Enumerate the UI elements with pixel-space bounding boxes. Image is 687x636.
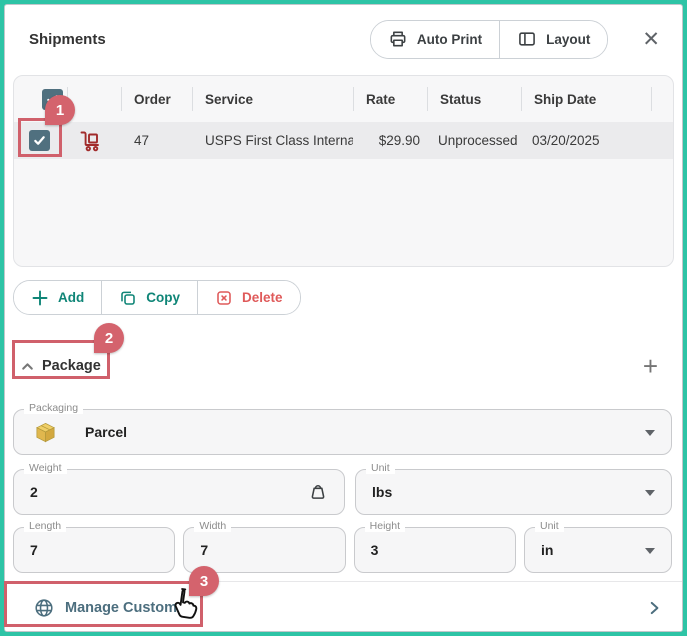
- delete-label: Delete: [242, 290, 283, 305]
- weight-unit-label: Unit: [366, 462, 395, 474]
- dimension-unit-value: in: [525, 542, 553, 558]
- cart-icon: [78, 129, 121, 153]
- globe-icon: [33, 597, 55, 619]
- width-value: 7: [184, 542, 208, 558]
- row-type-cell: [67, 129, 121, 153]
- manage-customs-row[interactable]: Manage Customs: [5, 581, 682, 632]
- row-actions-group: Add Copy: [13, 280, 301, 315]
- checkmark-icon: [33, 134, 46, 147]
- close-icon[interactable]: ✕: [636, 27, 666, 52]
- height-value: 3: [355, 542, 379, 558]
- table-header-row: Order Service Rate Status Ship Date: [14, 76, 673, 122]
- page-title: Shipments: [29, 31, 106, 48]
- packaging-value: Parcel: [57, 424, 127, 440]
- delete-x-icon: [215, 289, 233, 307]
- row-select-cell: [14, 130, 67, 151]
- height-label: Height: [365, 520, 405, 532]
- weight-unit-select[interactable]: Unit lbs: [355, 469, 672, 515]
- copy-button[interactable]: Copy: [101, 281, 197, 314]
- parcel-box-icon: [34, 421, 57, 444]
- row-status-value: Unprocessed: [427, 133, 521, 148]
- shipments-table: Order Service Rate Status Ship Date: [13, 75, 674, 267]
- width-input[interactable]: Width 7: [183, 527, 345, 573]
- row-order-value: 47: [121, 133, 192, 148]
- printer-icon: [388, 29, 408, 49]
- copy-icon: [119, 289, 137, 307]
- column-header-status: Status: [427, 76, 521, 122]
- table-row[interactable]: 47 USPS First Class Internat $29.90 Unpr…: [14, 122, 673, 159]
- icon-column-header: [67, 76, 121, 122]
- select-all-checkbox[interactable]: [42, 89, 63, 110]
- dimension-unit-label: Unit: [535, 520, 564, 532]
- auto-print-label: Auto Print: [417, 32, 482, 47]
- column-header-service: Service: [192, 76, 353, 122]
- weight-unit-value: lbs: [356, 484, 392, 500]
- header-button-group: Auto Print Layout: [370, 20, 609, 59]
- width-label: Width: [194, 520, 231, 532]
- layout-icon: [517, 29, 537, 49]
- dialog-header: Shipments Auto Print: [5, 5, 682, 73]
- package-section-title: Package: [42, 358, 101, 374]
- shipments-panel: Shipments Auto Print: [4, 4, 683, 632]
- length-value: 7: [14, 542, 38, 558]
- add-label: Add: [58, 290, 84, 305]
- copy-label: Copy: [146, 290, 180, 305]
- row-checkbox[interactable]: [29, 130, 50, 151]
- packaging-row: Packaging Parcel: [13, 409, 672, 455]
- packaging-label: Packaging: [24, 402, 83, 414]
- checkmark-icon: [46, 93, 59, 106]
- weight-value: 2: [14, 484, 38, 500]
- weight-scale-icon: [307, 481, 329, 503]
- dropdown-arrow-icon: [645, 548, 655, 554]
- collapse-chevron-icon[interactable]: [20, 359, 35, 374]
- delete-button[interactable]: Delete: [197, 281, 300, 314]
- add-button[interactable]: Add: [14, 281, 101, 314]
- row-service-value: USPS First Class Internat: [192, 133, 353, 148]
- length-label: Length: [24, 520, 66, 532]
- package-section-header: Package +: [20, 347, 664, 385]
- length-input[interactable]: Length 7: [13, 527, 175, 573]
- dropdown-arrow-icon: [645, 430, 655, 436]
- add-package-icon[interactable]: +: [637, 352, 664, 380]
- row-ship-date-value: 03/20/2025: [521, 133, 651, 148]
- packaging-select[interactable]: Packaging Parcel: [13, 409, 672, 455]
- column-header-ship-date: Ship Date: [521, 76, 651, 122]
- dimensions-row: Length 7 Width 7 Height 3 Unit in: [13, 527, 672, 573]
- layout-button[interactable]: Layout: [499, 21, 607, 58]
- column-header-rate: Rate: [353, 76, 427, 122]
- weight-row: Weight 2 Unit lbs: [13, 469, 672, 515]
- height-input[interactable]: Height 3: [354, 527, 516, 573]
- select-all-header-cell: [14, 76, 67, 122]
- weight-label: Weight: [24, 462, 67, 474]
- row-actions-toolbar: Add Copy: [13, 280, 674, 315]
- dimension-unit-select[interactable]: Unit in: [524, 527, 672, 573]
- spacer-column-header: [651, 76, 673, 122]
- dropdown-arrow-icon: [645, 490, 655, 496]
- column-header-order: Order: [121, 76, 192, 122]
- plus-icon: [31, 289, 49, 307]
- row-rate-value: $29.90: [353, 133, 427, 148]
- chevron-right-icon: [646, 600, 662, 616]
- auto-print-button[interactable]: Auto Print: [371, 21, 499, 58]
- manage-customs-label: Manage Customs: [65, 600, 185, 616]
- weight-input[interactable]: Weight 2: [13, 469, 345, 515]
- shipments-dialog: Shipments Auto Print: [0, 0, 687, 636]
- layout-label: Layout: [546, 32, 590, 47]
